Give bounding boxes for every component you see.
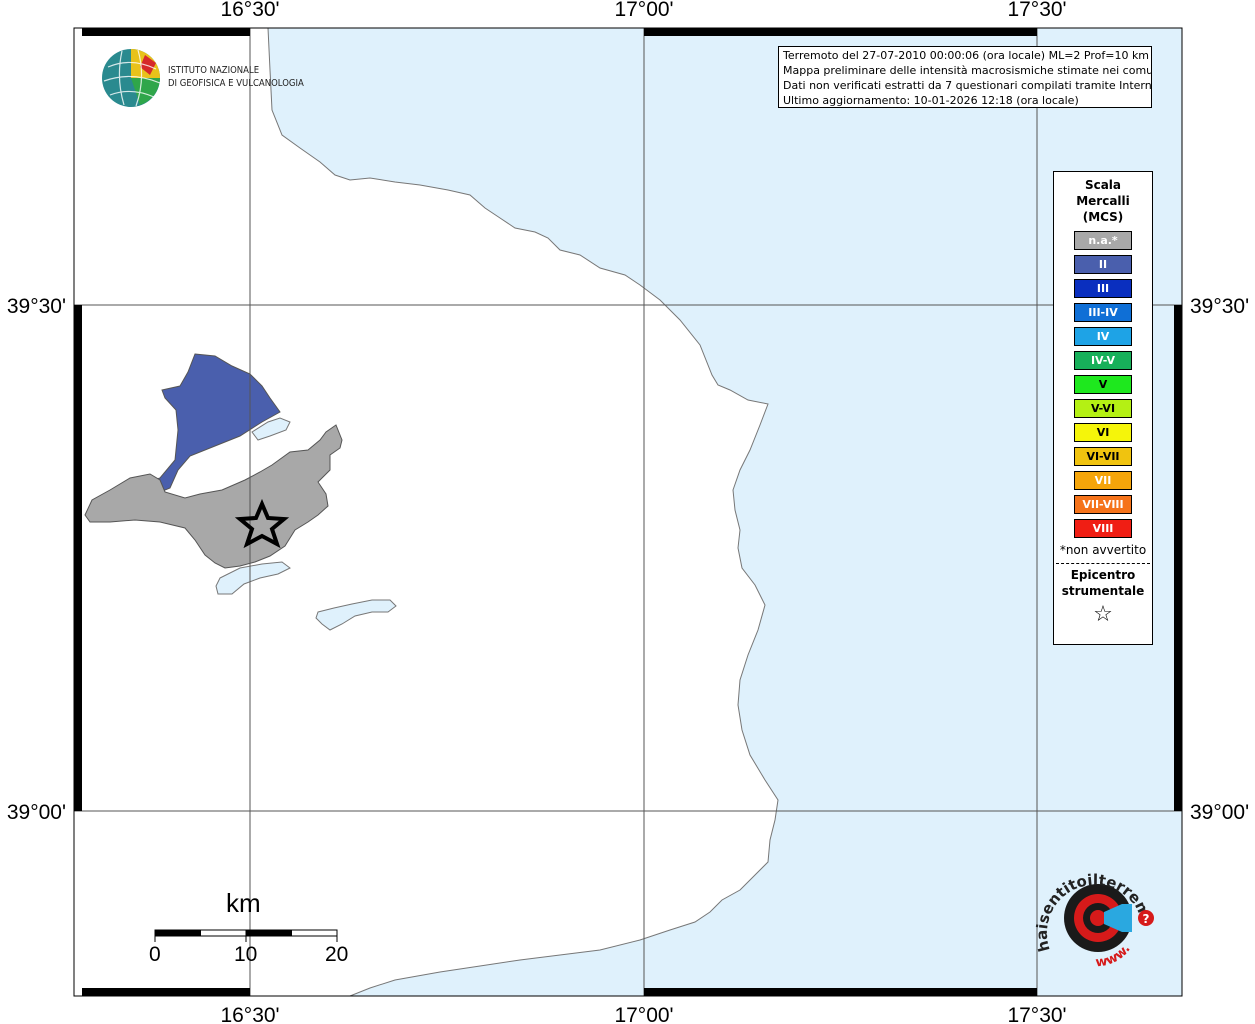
tick-lon-bottom-3: 17°30'	[1007, 1004, 1066, 1024]
legend-item-n-a: n.a.*	[1074, 231, 1132, 250]
tick-lat-right-1: 39°30'	[1190, 295, 1249, 318]
tick-lat-left-2: 39°00'	[7, 801, 66, 824]
scale-bar-label-0: 0	[149, 943, 161, 966]
tick-lon-top-3: 17°30'	[1007, 0, 1066, 21]
legend-item-v: V	[1074, 375, 1132, 394]
ingv-line-1: ISTITUTO NAZIONALE	[168, 65, 260, 76]
legend-note: *non avvertito	[1059, 543, 1147, 557]
legend-separator	[1056, 563, 1150, 564]
legend-item-iii: III	[1074, 279, 1132, 298]
legend-item-v-vi: V-VI	[1074, 399, 1132, 418]
scale-bar-graphic	[154, 929, 338, 942]
legend-title-line-3: (MCS)	[1082, 210, 1124, 224]
event-info-line-3: Dati non verificati estratti da 7 questi…	[783, 79, 1152, 92]
tick-lon-bottom-2: 17°00'	[614, 1004, 673, 1024]
ingv-logo: ISTITUTO NAZIONALE DI GEOFISICA E VULCAN…	[100, 47, 320, 109]
legend-item-iii-iv: III-IV	[1074, 303, 1132, 322]
legend-item-ii: II	[1074, 255, 1132, 274]
tick-lon-bottom-1: 16°30'	[220, 1004, 279, 1024]
haisentito-logo: haisentitoilterremoto.it www. ?	[1023, 844, 1168, 978]
legend-item-vii-viii: VII-VIII	[1074, 495, 1132, 514]
legend-items: n.a.* II III III-IV IV IV-V V V-VI VI VI-VII VII VI…	[1054, 231, 1152, 538]
ingv-globe-icon	[102, 49, 161, 107]
legend-item-iv-v: IV-V	[1074, 351, 1132, 370]
haisentito-question-icon: ?	[1143, 912, 1150, 926]
legend-title: Scala Mercalli (MCS)	[1054, 177, 1152, 225]
haisentito-target-icon: haisentitoilterremoto.it www. ?	[1023, 844, 1154, 970]
event-info-line-2: Mappa preliminare delle intensità macros…	[783, 64, 1152, 77]
legend-epicenter-line-1: Epicentro	[1070, 568, 1136, 582]
scale-bar-label-10: 10	[234, 943, 258, 966]
legend-item-vi: VI	[1074, 423, 1132, 442]
legend-epicenter-label: Epicentro strumentale	[1054, 567, 1152, 599]
legend-item-vii: VII	[1074, 471, 1132, 490]
event-info-box: Terremoto del 27-07-2010 00:00:06 (ora l…	[778, 46, 1152, 108]
tick-lon-top-2: 17°00'	[614, 0, 673, 21]
legend-title-line-1: Scala	[1084, 178, 1122, 192]
event-info-line-1: Terremoto del 27-07-2010 00:00:06 (ora l…	[783, 49, 1150, 62]
legend-item-viii: VIII	[1074, 519, 1132, 538]
ingv-name: ISTITUTO NAZIONALE DI GEOFISICA E VULCAN…	[168, 64, 304, 90]
mcs-legend: Scala Mercalli (MCS) n.a.* II III III-IV IV I…	[1053, 171, 1153, 645]
scale-bar-label-20: 20	[325, 943, 349, 966]
legend-item-vi-vii: VI-VII	[1074, 447, 1132, 466]
tick-lat-right-2: 39°00'	[1190, 801, 1249, 824]
legend-item-iv: IV	[1074, 327, 1132, 346]
legend-epicenter-line-2: strumentale	[1061, 584, 1145, 598]
event-info-line-4: Ultimo aggiornamento: 10-01-2026 12:18 (…	[783, 94, 1079, 107]
ingv-line-2: DI GEOFISICA E VULCANOLOGIA	[168, 78, 304, 89]
legend-star-icon: ☆	[1093, 602, 1113, 627]
scale-bar: km 0 10 20	[140, 888, 370, 973]
tick-lat-left-1: 39°30'	[7, 295, 66, 318]
legend-title-line-2: Mercalli	[1076, 194, 1130, 208]
tick-lon-top-1: 16°30'	[220, 0, 279, 21]
